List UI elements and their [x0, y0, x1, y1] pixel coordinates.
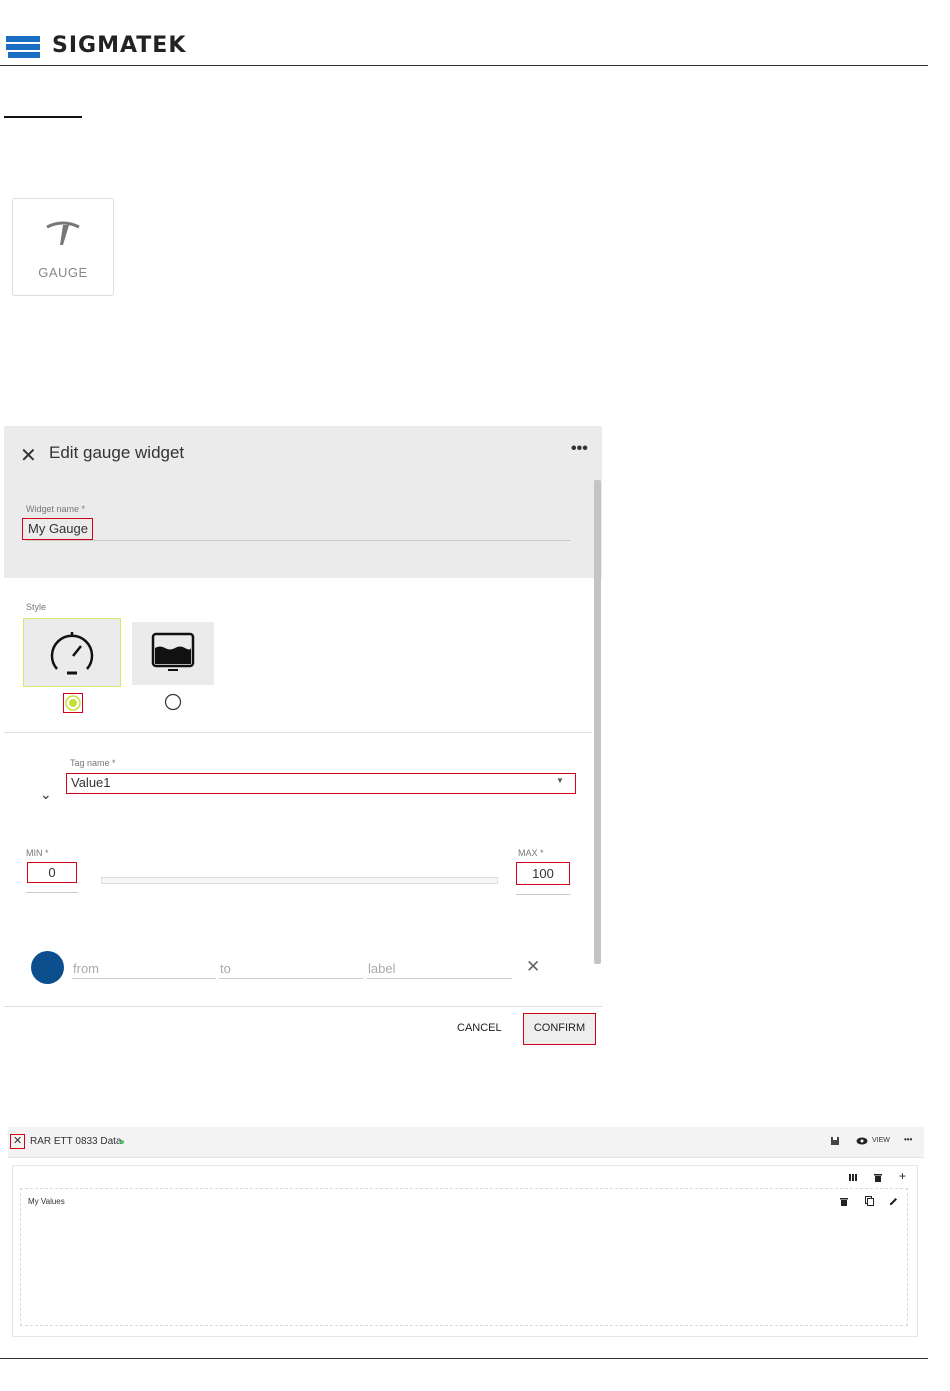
- label-underline: [367, 978, 512, 979]
- range-color-swatch[interactable]: [31, 951, 64, 984]
- min-input[interactable]: 0: [27, 865, 77, 880]
- tag-name-label: Tag name *: [70, 758, 116, 768]
- brand-name: SIGMATEK: [52, 33, 187, 58]
- min-underline: [26, 892, 78, 893]
- widget-name-input[interactable]: My Gauge: [28, 521, 88, 536]
- confirm-button[interactable]: CONFIRM: [523, 1013, 596, 1045]
- range-label-input[interactable]: label: [368, 961, 395, 976]
- max-input[interactable]: 100: [516, 866, 570, 881]
- dialog-scrollbar[interactable]: [594, 480, 601, 964]
- remove-range-icon[interactable]: ✕: [526, 957, 540, 977]
- confirm-button-label: CONFIRM: [533, 1022, 586, 1034]
- edit-gauge-dialog: ✕ Edit gauge widget ••• Widget name * My…: [4, 426, 602, 1048]
- from-underline: [72, 978, 216, 979]
- section-heading-underline: [4, 116, 82, 118]
- widget-name-label: Widget name *: [26, 504, 86, 514]
- dashboard-title: RAR ETT 0833 Data: [30, 1136, 122, 1147]
- range-to-input[interactable]: to: [220, 961, 231, 976]
- dashboard-toolbar: ✕ RAR ETT 0833 Data VIEW •••: [8, 1127, 924, 1158]
- chevron-down-icon[interactable]: ⌄: [40, 786, 52, 803]
- status-dot: [120, 1140, 124, 1144]
- close-icon[interactable]: ✕: [20, 443, 37, 468]
- view-button[interactable]: VIEW: [872, 1137, 890, 1144]
- cancel-button[interactable]: CANCEL: [457, 1022, 502, 1034]
- min-label: MIN *: [26, 848, 49, 858]
- tag-name-value: Value1: [71, 775, 111, 790]
- header-divider: [0, 65, 928, 66]
- dial-gauge-icon: [50, 632, 94, 675]
- tank-level-icon: [151, 632, 195, 671]
- delete-icon[interactable]: [840, 1197, 848, 1206]
- dashboard-view: ✕ RAR ETT 0833 Data VIEW ••• + My Values: [8, 1127, 924, 1337]
- more-options-icon[interactable]: •••: [904, 1135, 912, 1144]
- widget-name-underline: [26, 540, 571, 541]
- footer-divider: [0, 1358, 928, 1359]
- range-slider-track[interactable]: [101, 877, 498, 884]
- style-radio-dial[interactable]: [65, 695, 81, 711]
- range-from-input[interactable]: from: [73, 961, 99, 976]
- eye-icon[interactable]: [856, 1137, 868, 1145]
- style-label: Style: [26, 602, 47, 612]
- copy-icon[interactable]: [865, 1196, 874, 1206]
- footer-divider: [4, 1006, 602, 1007]
- dropdown-arrow-icon[interactable]: ▼: [556, 776, 564, 785]
- style-radio-tank[interactable]: [164, 693, 182, 711]
- max-label: MAX *: [518, 848, 544, 858]
- dialog-header: ✕ Edit gauge widget ••• Widget name * My…: [4, 426, 602, 578]
- columns-icon[interactable]: [849, 1174, 858, 1182]
- dialog-title: Edit gauge widget: [49, 443, 185, 462]
- gauge-widget-tile[interactable]: GAUGE: [12, 198, 114, 296]
- close-dashboard-button[interactable]: ✕: [10, 1134, 25, 1149]
- sigmatek-logo-icon: [6, 36, 40, 58]
- tag-name-select[interactable]: [66, 773, 576, 794]
- max-underline: [516, 894, 570, 895]
- close-icon: ✕: [13, 1135, 23, 1147]
- more-options-icon[interactable]: •••: [571, 440, 588, 458]
- gauge-tile-label: GAUGE: [38, 265, 88, 280]
- add-icon[interactable]: +: [899, 1169, 906, 1183]
- delete-icon[interactable]: [874, 1173, 882, 1182]
- group-title: My Values: [28, 1197, 65, 1206]
- to-underline: [219, 978, 363, 979]
- save-icon[interactable]: [830, 1136, 840, 1146]
- section-divider: [4, 732, 592, 733]
- gauge-needle-icon: [46, 221, 80, 245]
- edit-icon[interactable]: [889, 1197, 898, 1206]
- values-group: My Values: [20, 1188, 908, 1326]
- style-option-tank[interactable]: [132, 622, 214, 685]
- style-option-dial[interactable]: [23, 618, 121, 687]
